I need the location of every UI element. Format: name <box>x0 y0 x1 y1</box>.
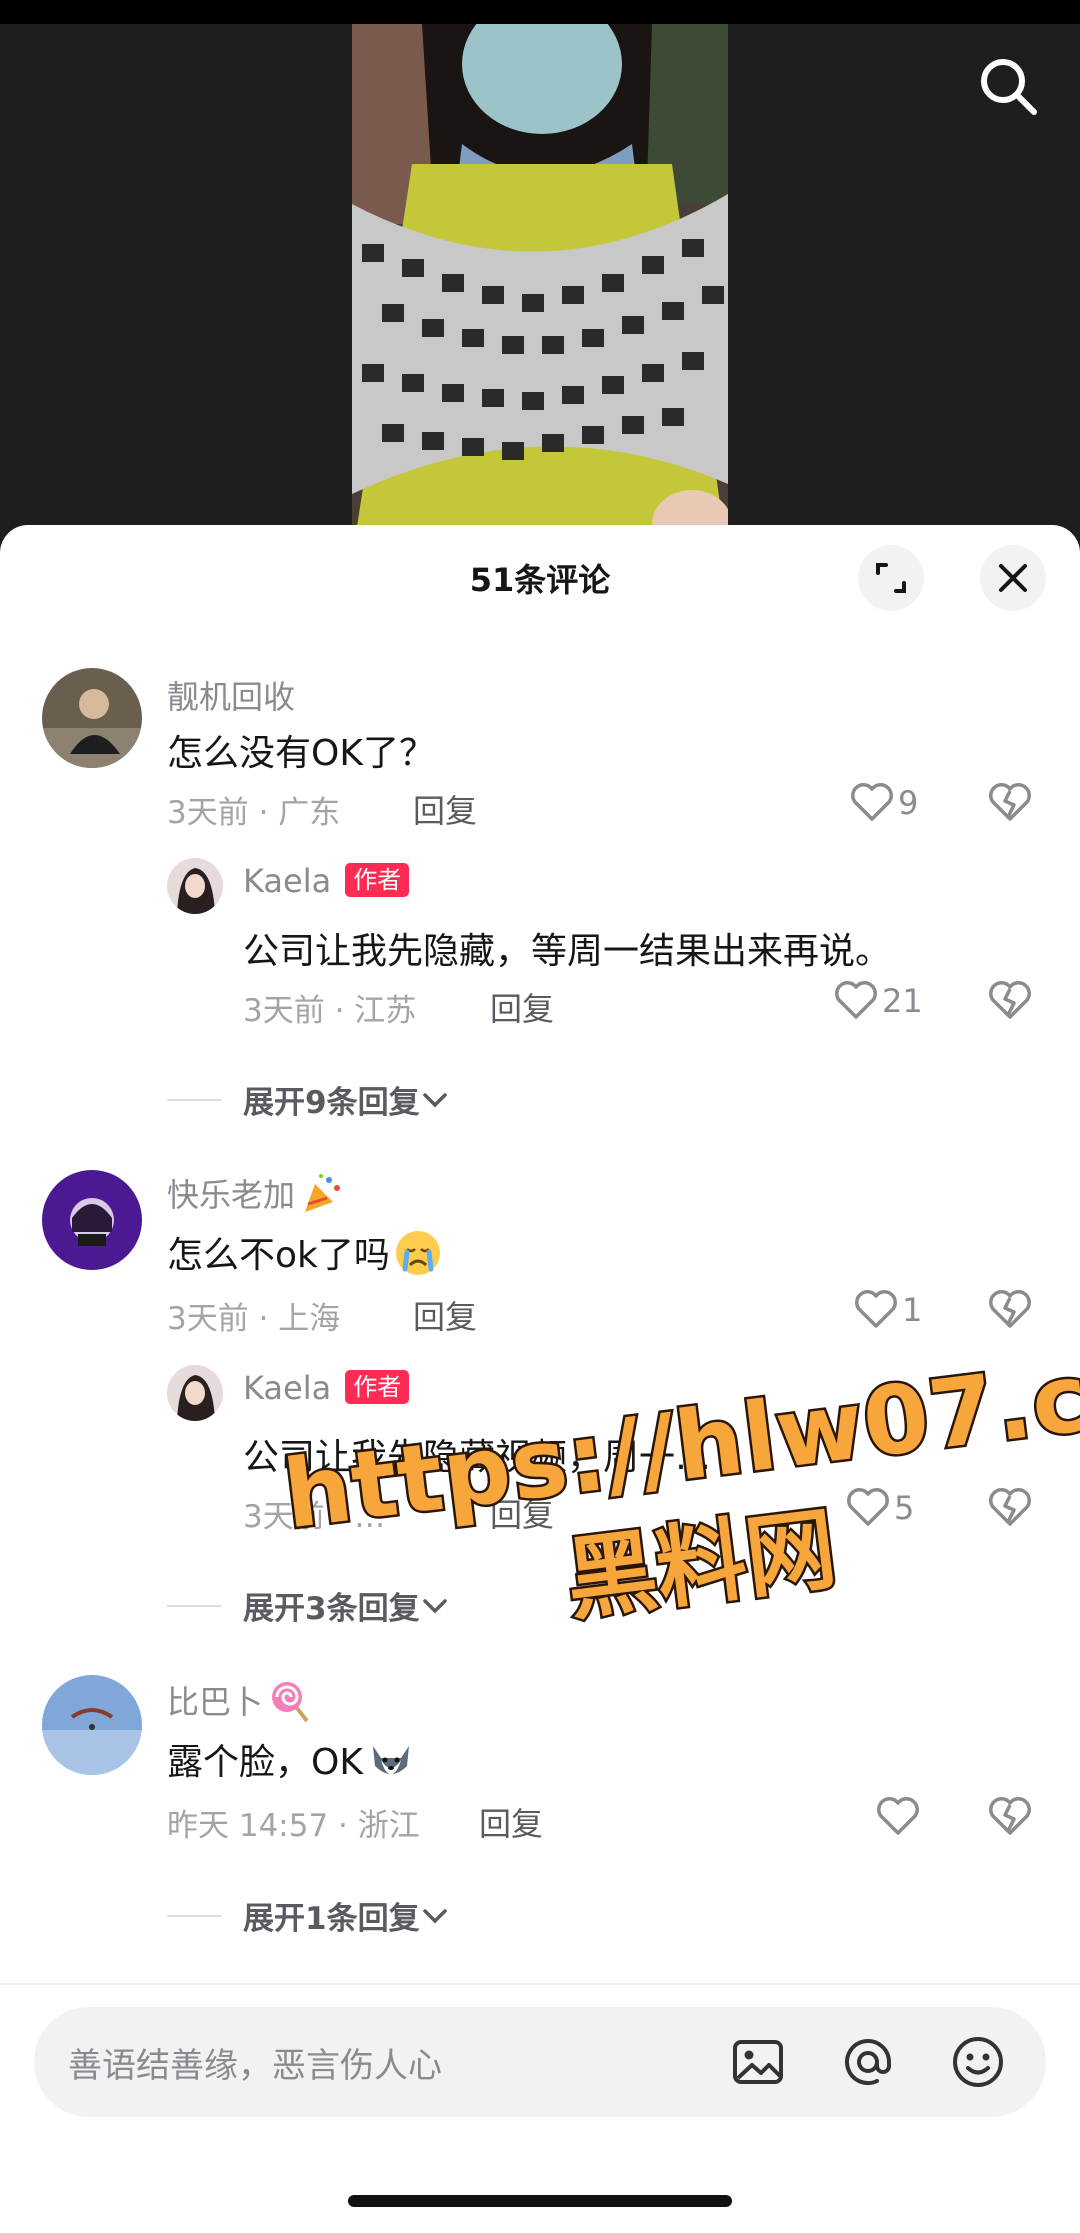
heart-icon <box>847 1488 889 1526</box>
lollipop-icon <box>272 1682 309 1723</box>
comment-username-row: 快乐老加 <box>167 1170 343 1216</box>
divider-line <box>167 1914 221 1917</box>
dislike-button[interactable] <box>988 1797 1032 1841</box>
avatar[interactable] <box>42 1170 142 1270</box>
comment-input-placeholder[interactable]: 善语结善缘，恶言伤人心 <box>68 2038 442 2087</box>
reply-button[interactable]: 回复 <box>490 984 554 1030</box>
reply-username[interactable]: Kaela <box>243 862 331 900</box>
crying-face-icon <box>395 1231 440 1275</box>
reply-time-location: 3天前 · … <box>243 1499 386 1535</box>
like-count: 21 <box>882 982 923 1020</box>
chevron-down-icon <box>422 1908 447 1923</box>
dislike-button[interactable] <box>988 981 1032 1025</box>
chevron-down-icon <box>422 1092 447 1107</box>
comment-time-location: 3天前 · 上海 <box>167 1301 341 1337</box>
avatar[interactable] <box>42 668 142 768</box>
like-button[interactable] <box>876 1797 924 1837</box>
comment-time-location: 3天前 · 广东 <box>167 795 341 831</box>
dislike-button[interactable] <box>988 783 1032 827</box>
video-frame <box>352 24 728 560</box>
reply-button[interactable]: 回复 <box>479 1799 543 1845</box>
heart-icon <box>851 783 893 821</box>
expand-replies-button[interactable]: 展开1条回复 <box>167 1893 450 1938</box>
divider-line <box>167 1604 221 1607</box>
expand-replies-label: 展开3条回复 <box>243 1591 420 1627</box>
dislike-button[interactable] <box>988 1290 1032 1334</box>
avatar[interactable] <box>42 1675 142 1775</box>
at-sign-icon <box>845 2039 891 2085</box>
reply-button[interactable]: 回复 <box>413 786 477 832</box>
video-player[interactable] <box>0 0 1080 560</box>
author-username-row: Kaela 作者 <box>243 862 410 900</box>
like-count: 9 <box>898 784 919 822</box>
comment-username-row: 比巴卜 <box>167 1677 311 1723</box>
comments-sheet: 51条评论 <box>0 525 1080 2233</box>
expand-sheet-button[interactable] <box>858 545 924 611</box>
like-button[interactable]: 5 <box>846 1488 914 1528</box>
comment-text: 怎么不ok了吗 <box>167 1235 390 1276</box>
author-badge: 作者 <box>345 1370 410 1404</box>
reply-button[interactable]: 回复 <box>413 1292 477 1338</box>
heart-icon <box>855 1290 897 1328</box>
smiley-icon <box>953 2037 1003 2087</box>
mention-button[interactable] <box>840 2034 896 2090</box>
author-badge: 作者 <box>345 863 410 897</box>
status-bar <box>0 0 1080 24</box>
search-icon <box>981 59 1037 115</box>
broken-heart-icon <box>989 1797 1031 1835</box>
party-popper-icon <box>305 1174 341 1212</box>
like-count: 1 <box>902 1291 923 1329</box>
comment-text: 怎么没有OK了？ <box>167 733 435 774</box>
comment-input-bar[interactable]: 善语结善缘，恶言伤人心 <box>34 2007 1046 2117</box>
comment-text: 露个脸，OK <box>167 1742 363 1783</box>
expand-replies-button[interactable]: 展开3条回复 <box>167 1583 450 1628</box>
expand-replies-label: 展开9条回复 <box>243 1085 420 1121</box>
heart-icon <box>877 1797 919 1835</box>
heart-icon <box>835 981 877 1019</box>
broken-heart-icon <box>989 1290 1031 1328</box>
fullscreen-icon <box>876 563 906 593</box>
reply-text: 公司让我先隐藏，等周一结果出来再说。 <box>243 931 892 972</box>
comment-username[interactable]: 比巴卜 <box>167 1683 263 1721</box>
expand-replies-button[interactable]: 展开9条回复 <box>167 1077 450 1122</box>
like-button[interactable]: 9 <box>850 783 918 823</box>
like-count: 5 <box>894 1489 915 1527</box>
comment-username[interactable]: 快乐老加 <box>167 1176 295 1214</box>
close-icon <box>999 564 1027 592</box>
like-button[interactable]: 21 <box>834 981 923 1021</box>
author-avatar[interactable] <box>167 1365 223 1421</box>
husky-dog-icon <box>372 1746 409 1774</box>
reply-time-location: 3天前 · 江苏 <box>243 993 417 1029</box>
broken-heart-icon <box>989 1488 1031 1526</box>
like-button[interactable]: 1 <box>854 1290 922 1330</box>
expand-replies-label: 展开1条回复 <box>243 1901 420 1937</box>
chevron-down-icon <box>422 1598 447 1613</box>
comment-username[interactable]: 靓机回收 <box>167 672 295 718</box>
emoji-button[interactable] <box>950 2034 1006 2090</box>
reply-text: 公司让我先隐藏视频，周一… <box>243 1437 712 1478</box>
input-divider <box>0 1983 1080 1985</box>
image-button[interactable] <box>730 2034 786 2090</box>
home-indicator[interactable] <box>348 2195 732 2207</box>
search-button[interactable] <box>972 50 1044 122</box>
comment-time-location: 昨天 14:57 · 浙江 <box>167 1808 420 1844</box>
reply-button[interactable]: 回复 <box>490 1490 554 1536</box>
dislike-button[interactable] <box>988 1488 1032 1532</box>
author-username-row: Kaela 作者 <box>243 1369 410 1407</box>
close-sheet-button[interactable] <box>980 545 1046 611</box>
reply-username[interactable]: Kaela <box>243 1369 331 1407</box>
comment-text-row: 露个脸，OK <box>167 1733 415 1785</box>
broken-heart-icon <box>989 783 1031 821</box>
broken-heart-icon <box>989 981 1031 1019</box>
comment-text-row: 怎么不ok了吗 <box>167 1226 442 1278</box>
image-icon <box>733 2040 783 2084</box>
divider-line <box>167 1098 221 1101</box>
author-avatar[interactable] <box>167 858 223 914</box>
